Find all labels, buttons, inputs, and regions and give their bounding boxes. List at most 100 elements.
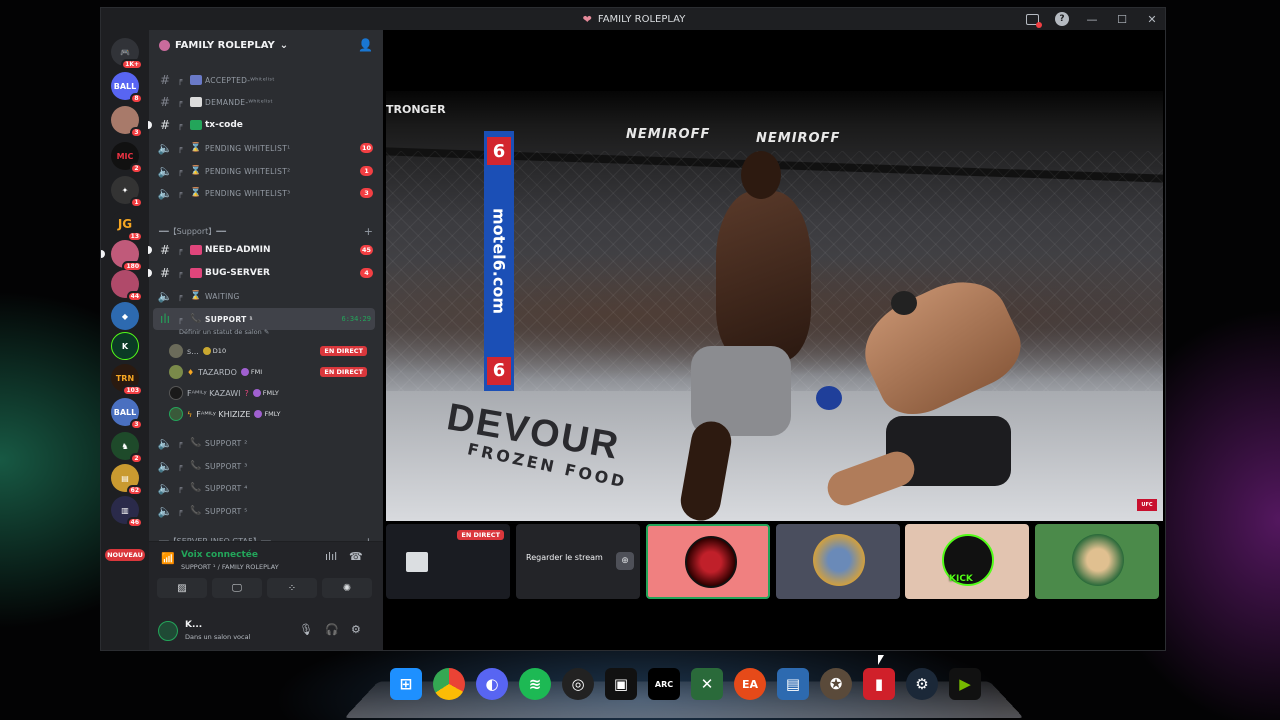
channel-pending-1[interactable]: 🔈 ╒ ⌛ PENDING WHITELIST¹ 10	[153, 137, 375, 159]
participant-tile-speaking[interactable]	[646, 524, 770, 599]
add-channel-icon[interactable]: +	[364, 225, 373, 238]
channel-label: tx-code	[205, 120, 243, 130]
arc-icon[interactable]: ARC	[648, 668, 680, 700]
thread-icon: ╒	[177, 483, 183, 493]
voice-user[interactable]: s... D10 EN DIRECT	[169, 341, 373, 361]
noise-suppression-icon[interactable]: ılıl	[325, 550, 337, 563]
server-icon[interactable]: BALL 8	[111, 72, 143, 104]
voice-user[interactable]: Fᴬᴹⁱᴸʸ KAZAWI ? FMLY	[169, 383, 373, 403]
signal-icon[interactable]: 📶	[161, 552, 175, 565]
server-icon[interactable]: ▤ 62	[111, 464, 143, 496]
avatar	[1072, 534, 1124, 586]
user-name[interactable]: K...	[185, 620, 202, 630]
popout-icon[interactable]: ⊕	[616, 552, 634, 570]
server-name: FAMILY ROLEPLAY	[175, 39, 275, 51]
spotify-icon[interactable]: ≋	[519, 668, 551, 700]
stream-tile-preview[interactable]: Regarder le stream ⊕	[516, 524, 640, 599]
discord-icon[interactable]: ◐	[476, 668, 508, 700]
server-icon[interactable]: ▥ 46	[111, 496, 143, 528]
avatar	[169, 386, 183, 400]
soundboard-button[interactable]: ✺	[322, 578, 372, 598]
voice-channel-support-3[interactable]: 🔈 ╒ 📞 SUPPORT ³	[153, 455, 375, 477]
stream-video[interactable]: TRONGER NEMIROFF NEMIROFF 6 motel6.com 6…	[386, 91, 1163, 521]
close-button[interactable]: ✕	[1137, 8, 1165, 30]
screen-share-button[interactable]: 🖵	[212, 578, 262, 598]
discord-home-icon[interactable]: 🎮 1K+	[111, 38, 143, 70]
channel-accepted[interactable]: # ╒ ACCEPTED-ᵂʰⁱᵗᵉˡⁱˢᵗ	[153, 69, 375, 91]
user-name: TAZARDO	[198, 367, 237, 377]
voice-channel-support-5[interactable]: 🔈 ╒ 📞 SUPPORT ⁵	[153, 500, 375, 522]
voice-channel-support-1[interactable]: ılı ╒ 📞 SUPPORT ¹ 6:34:29	[153, 308, 375, 330]
server-icon[interactable]: K	[111, 332, 139, 360]
ea-icon[interactable]: EA	[734, 668, 766, 700]
participant-tile[interactable]	[1035, 524, 1159, 599]
participant-tile[interactable]: KICK	[905, 524, 1029, 599]
inbox-button[interactable]	[1017, 8, 1047, 30]
user-panel: K... Dans un salon vocal 🎙 🎧 ⚙	[149, 611, 383, 650]
obs-icon[interactable]: ◎	[562, 668, 594, 700]
headphones-icon[interactable]: 🎧	[325, 623, 339, 636]
voice-channel-support-2[interactable]: 🔈 ╒ 📞 SUPPORT ²	[153, 432, 375, 454]
gta-icon[interactable]: ✪	[820, 668, 852, 700]
camera-off-button[interactable]: ▨	[157, 578, 207, 598]
channel-status[interactable]: Définir un statut de salon ✎	[179, 328, 269, 336]
thread-icon: ╒	[177, 245, 183, 255]
new-badge[interactable]: NOUVEAU	[105, 549, 145, 561]
channel-need-admin[interactable]: # ╒ NEED-ADMIN 45	[148, 239, 375, 261]
nvidia-icon[interactable]: ▶	[949, 668, 981, 700]
voice-connected-channel[interactable]: SUPPORT ¹ / FAMILY ROLEPLAY	[181, 563, 279, 571]
server-icon[interactable]: ◆	[111, 302, 139, 330]
channel-demande[interactable]: # ╒ DEMANDE-ᵂʰⁱᵗᵉˡⁱˢᵗ	[153, 91, 375, 113]
sos-icon	[190, 245, 202, 255]
help-button[interactable]: ?	[1047, 8, 1077, 30]
steam-icon[interactable]: ⚙	[906, 668, 938, 700]
channel-bug-server[interactable]: # ╒ BUG-SERVER 4	[148, 262, 375, 284]
channel-pending-2[interactable]: 🔈 ╒ ⌛ PENDING WHITELIST² 1	[153, 160, 375, 182]
voice-user[interactable]: ϟ Fᴬᴹⁱᴸʸ KHIZIZE FMLY	[169, 404, 373, 424]
server-icon[interactable]: TRN 103	[111, 364, 143, 396]
user-name: s...	[187, 346, 199, 356]
thread-icon: ╒	[177, 314, 183, 324]
server-icon[interactable]: 3	[111, 106, 143, 138]
watch-stream-button[interactable]: Regarder le stream	[526, 553, 603, 562]
thread-icon: ╒	[177, 268, 183, 278]
server-icon[interactable]: ♞ 2	[111, 432, 143, 464]
server-icon[interactable]: 44	[111, 270, 143, 302]
excel-icon[interactable]: ✕	[691, 668, 723, 700]
thread-icon: ╒	[177, 188, 183, 198]
activities-button[interactable]: ⁘	[267, 578, 317, 598]
app-red-icon[interactable]: ▮	[863, 668, 895, 700]
chrome-icon[interactable]	[433, 668, 465, 700]
hash-icon: #	[159, 266, 171, 280]
server-icon[interactable]: 180	[101, 240, 143, 272]
bolt-icon: ϟ	[187, 409, 193, 419]
role-label: FMI	[250, 368, 263, 376]
windows-start-icon[interactable]: ⊞	[390, 668, 422, 700]
server-icon[interactable]: ✦ 1	[111, 176, 143, 208]
server-header[interactable]: FAMILY ROLEPLAY ⌄ 👤	[149, 30, 383, 60]
channel-pending-3[interactable]: 🔈 ╒ ⌛ PENDING WHITELIST³ 3	[153, 182, 375, 204]
avatar[interactable]	[158, 621, 178, 641]
channel-label: SUPPORT ³	[205, 461, 248, 471]
channel-waiting[interactable]: 🔈 ╒ ⌛ WAITING	[153, 285, 375, 307]
voice-user[interactable]: ♦ TAZARDO FMI EN DIRECT	[169, 362, 373, 382]
server-icon[interactable]: MIC 2	[111, 142, 143, 174]
voice-connected-label[interactable]: Voix connectée	[181, 550, 258, 560]
stream-tile[interactable]: EN DIRECT	[386, 524, 510, 599]
invite-icon[interactable]: 👤	[358, 38, 373, 52]
disconnect-icon[interactable]: ☎	[349, 550, 363, 563]
discord-window: ❤ FAMILY ROLEPLAY ? — ☐ ✕ 🎮 1K+ BALL 8 3 M…	[100, 7, 1166, 651]
microphone-icon[interactable]: 🎙	[299, 623, 313, 636]
channel-status-text: Définir un statut de salon	[179, 328, 262, 336]
files-icon[interactable]: ▤	[777, 668, 809, 700]
participant-tile[interactable]	[776, 524, 900, 599]
maximize-button[interactable]: ☐	[1107, 8, 1137, 30]
server-icon[interactable]: BALL 3	[111, 398, 143, 430]
channel-tx-code[interactable]: # ╒ tx-code	[148, 114, 375, 136]
category-support[interactable]: ━━【Support】━━ +	[159, 223, 373, 239]
gear-icon[interactable]: ⚙	[351, 623, 361, 636]
server-icon[interactable]: JG 13	[111, 210, 143, 242]
msi-icon[interactable]: ▣	[605, 668, 637, 700]
voice-channel-support-4[interactable]: 🔈 ╒ 📞 SUPPORT ⁴	[153, 477, 375, 499]
minimize-button[interactable]: —	[1077, 8, 1107, 30]
